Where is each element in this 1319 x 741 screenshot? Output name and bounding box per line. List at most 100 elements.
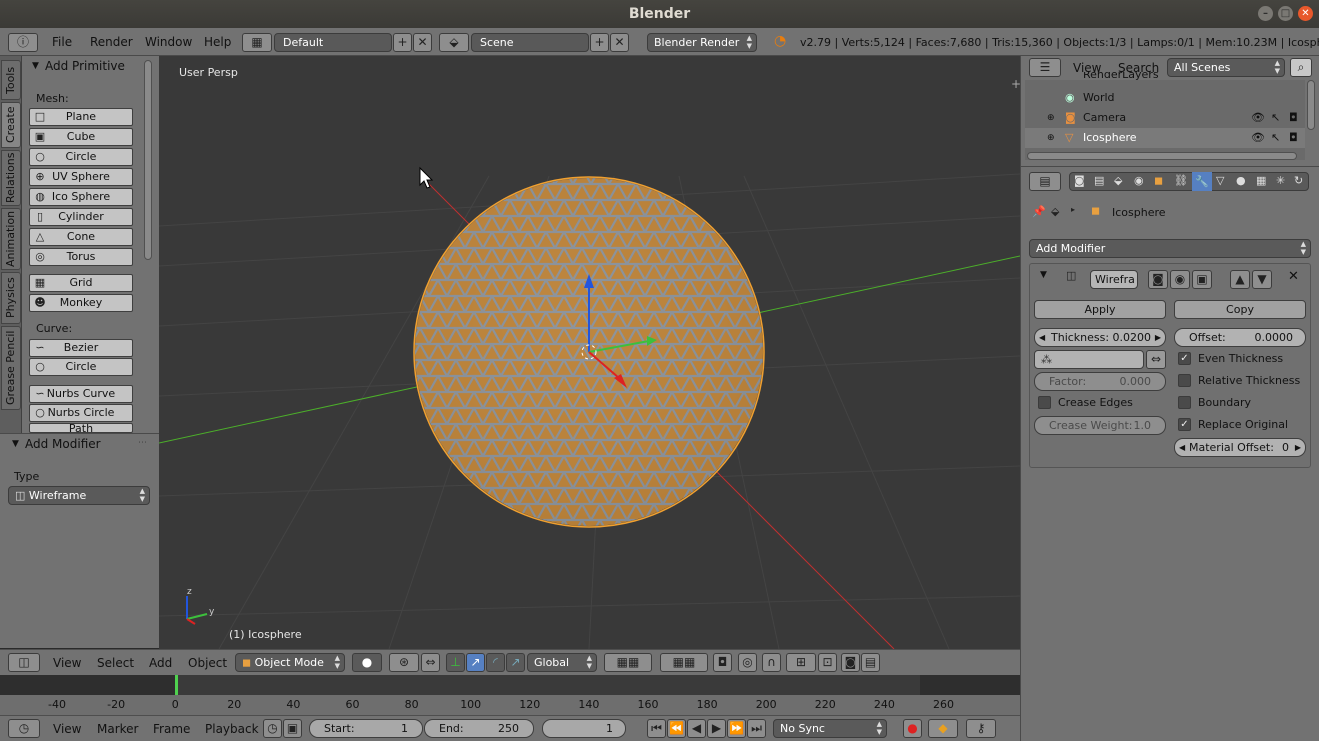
snap-element-select[interactable]: ⊞ [786, 653, 816, 672]
manipulator-toggle[interactable]: ⇔ [421, 653, 440, 672]
outliner-v-scrollbar[interactable] [1307, 80, 1315, 130]
snap-target-button[interactable]: ⊡ [818, 653, 837, 672]
boundary-checkbox[interactable] [1178, 396, 1191, 409]
jump-start-button[interactable]: ⏮ [647, 719, 666, 738]
constraints-tab-icon[interactable]: ⛓ [1174, 174, 1188, 187]
toolshelf-plus-icon[interactable]: + [1011, 77, 1020, 91]
render-layers-tab-icon[interactable]: ▤ [1094, 174, 1104, 187]
render-camera-icon[interactable]: ◘ [1289, 108, 1298, 128]
collapse-arrow-icon[interactable]: ▼ [1040, 270, 1047, 280]
select-arrow-icon[interactable]: ↖ [1271, 108, 1280, 128]
add-cube-button[interactable]: ▣ Cube [29, 128, 133, 146]
add-monkey-button[interactable]: ☻ Monkey [29, 294, 133, 312]
add-grid-button[interactable]: ▦ Grid [29, 274, 133, 292]
increment-arrow-icon[interactable]: ▶ [1295, 439, 1301, 456]
world-tab-icon[interactable]: ◉ [1134, 174, 1144, 187]
data-tab-icon[interactable]: ▽ [1216, 174, 1224, 187]
render-still-button[interactable]: ◙ [841, 653, 860, 672]
drag-handle-icon[interactable]: ⋯ [138, 438, 147, 448]
show-viewport-toggle[interactable]: ◉ [1170, 270, 1190, 289]
physics-tab-icon[interactable]: ↻ [1294, 174, 1303, 187]
scene-browse-button[interactable]: ⬙ [439, 33, 469, 52]
translate-button[interactable]: ⊥ [446, 653, 465, 672]
rotate-button[interactable]: ↗ [466, 653, 485, 672]
crease-weight-field[interactable]: Crease Weight: 1.0 [1034, 416, 1166, 435]
outliner-row-camera[interactable]: ⊕ ◙ Camera 👁 ↖ ◘ [1025, 108, 1305, 128]
select-arrow-icon[interactable]: ↖ [1271, 128, 1280, 148]
play-button[interactable]: ▶ [707, 719, 726, 738]
menu-add[interactable]: Add [149, 656, 172, 670]
material-tab-icon[interactable]: ● [1236, 174, 1246, 187]
menu-render[interactable]: Render [90, 35, 133, 49]
show-editmode-toggle[interactable]: ▣ [1192, 270, 1212, 289]
delete-scene-button[interactable]: ✕ [610, 33, 629, 52]
current-frame-field[interactable]: 1 [542, 719, 626, 738]
thickness-field[interactable]: ◀ Thickness: 0.0200 ▶ [1034, 328, 1166, 347]
sync-select[interactable]: No Sync ▲ ▼ [773, 719, 887, 738]
info-editor-type-button[interactable]: ⓘ [8, 33, 38, 52]
add-circle-button[interactable]: ○ Circle [29, 148, 133, 166]
add-torus-button[interactable]: ◎ Torus [29, 248, 133, 266]
add-layout-button[interactable]: + [393, 33, 412, 52]
offset-field[interactable]: Offset: 0.0000 [1174, 328, 1306, 347]
outliner-row-renderlayers[interactable]: RenderLayers [1025, 72, 1305, 84]
visibility-eye-icon[interactable]: 👁 [1251, 108, 1265, 128]
timeline-menu-view[interactable]: View [53, 722, 81, 736]
relative-thickness-checkbox[interactable] [1178, 374, 1191, 387]
add-plane-button[interactable]: □ Plane [29, 108, 133, 126]
crease-edges-checkbox[interactable] [1038, 396, 1051, 409]
outliner-row-icosphere[interactable]: ⊕ ▽ Icosphere 👁 ↖ ◘ [1025, 128, 1305, 148]
add-bezier-button[interactable]: ∽ Bezier [29, 339, 133, 357]
timeline-menu-marker[interactable]: Marker [97, 722, 138, 736]
tool-shelf-scrollbar[interactable] [144, 60, 152, 260]
delete-layout-button[interactable]: ✕ [413, 33, 432, 52]
play-reverse-button[interactable]: ◀ [687, 719, 706, 738]
end-frame-field[interactable]: End: 250 [424, 719, 534, 738]
normal-button[interactable]: ↗ [506, 653, 525, 672]
properties-editor-type-button[interactable]: ▤ [1029, 172, 1061, 191]
keying-set-button[interactable]: ◆ [928, 719, 958, 738]
modifier-type-select[interactable]: ◫ Wireframe ▲ ▼ [8, 486, 150, 505]
add-uv-sphere-button[interactable]: ⊕ UV Sphere [29, 168, 133, 186]
outliner-h-scrollbar[interactable] [1027, 152, 1297, 160]
layout-browse-button[interactable]: ▦ [242, 33, 272, 52]
lock-camera-button[interactable]: ◘ [713, 653, 732, 672]
apply-button[interactable]: Apply [1034, 300, 1166, 319]
prev-keyframe-button[interactable]: ⏪ [667, 719, 686, 738]
keyframe-tool-button[interactable]: ⚷ [966, 719, 996, 738]
invert-vertex-group-button[interactable]: ⇔ [1146, 350, 1166, 369]
tab-physics[interactable]: Physics [1, 272, 21, 324]
timeline-menu-frame[interactable]: Frame [153, 722, 190, 736]
factor-field[interactable]: Factor: 0.000 [1034, 372, 1166, 391]
preview-range-button[interactable]: ◷ [263, 719, 282, 738]
menu-object[interactable]: Object [188, 656, 227, 670]
maximize-icon[interactable]: □ [1278, 6, 1293, 21]
editor-type-button[interactable]: ◫ [8, 653, 40, 672]
shading-select[interactable]: ● [352, 653, 382, 672]
snap-button[interactable]: ∩ [762, 653, 781, 672]
layout-name-field[interactable]: Default [274, 33, 392, 52]
record-button[interactable]: ● [903, 719, 922, 738]
layers-group-2[interactable]: ▦▦ [660, 653, 708, 672]
add-path-button[interactable]: Path [29, 423, 133, 433]
start-frame-field[interactable]: Start: 1 [309, 719, 423, 738]
render-animation-button[interactable]: ▤ [861, 653, 880, 672]
texture-tab-icon[interactable]: ▦ [1256, 174, 1266, 187]
menu-file[interactable]: File [52, 35, 72, 49]
pivot-select[interactable]: ⊛ [389, 653, 419, 672]
render-camera-icon[interactable]: ◘ [1289, 128, 1298, 148]
vertex-group-field[interactable]: ⁂ [1034, 350, 1144, 369]
remove-modifier-icon[interactable]: ✕ [1288, 269, 1299, 284]
add-ico-sphere-button[interactable]: ◍ Ico Sphere [29, 188, 133, 206]
timeline-ruler[interactable] [0, 695, 1020, 715]
jump-end-button[interactable]: ⏭ [747, 719, 766, 738]
menu-view[interactable]: View [53, 656, 81, 670]
close-icon[interactable]: ✕ [1298, 6, 1313, 21]
timeline-menu-playback[interactable]: Playback [205, 722, 259, 736]
replace-original-checkbox[interactable]: ✓ [1178, 418, 1191, 431]
outliner-row-world[interactable]: ◉ World [1025, 88, 1305, 108]
expand-icon[interactable]: ⊕ [1047, 128, 1055, 148]
move-down-button[interactable]: ▼ [1252, 270, 1272, 289]
increment-arrow-icon[interactable]: ▶ [1155, 329, 1161, 346]
minimize-icon[interactable]: – [1258, 6, 1273, 21]
